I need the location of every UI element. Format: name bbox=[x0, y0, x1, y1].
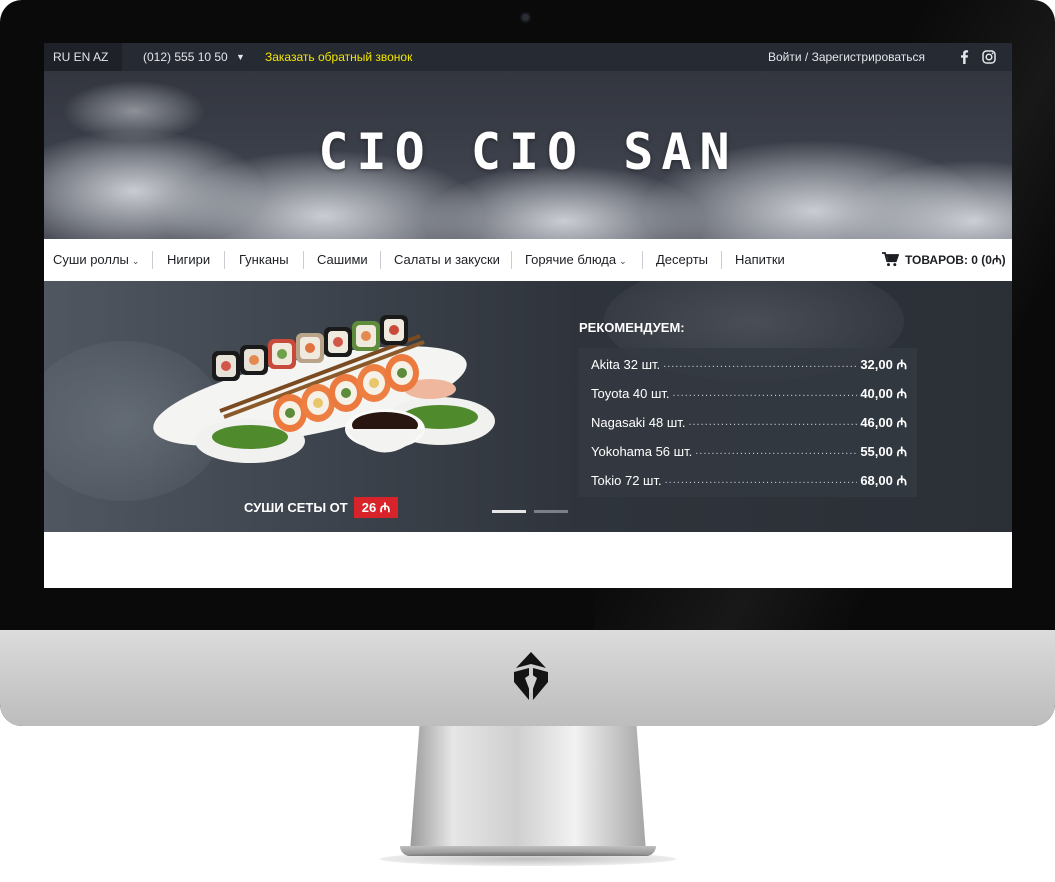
promo-price-badge: 26 ₼ bbox=[353, 497, 399, 518]
nav-item-hot-dishes[interactable]: Горячие блюда ⌄ bbox=[525, 239, 627, 281]
dot-leader: ........................................… bbox=[688, 416, 858, 428]
nav-item-gunkan[interactable]: Гунканы bbox=[239, 239, 289, 281]
list-item[interactable]: Yokohama 56 шт. ........................… bbox=[591, 437, 907, 466]
item-price: 46,00 ₼ bbox=[860, 415, 907, 430]
item-name: Akita 32 шт. bbox=[591, 357, 661, 372]
nav-item-nigiri[interactable]: Нигири bbox=[167, 239, 210, 281]
item-price: 32,00 ₼ bbox=[860, 357, 907, 372]
facebook-icon[interactable] bbox=[958, 50, 970, 64]
nav-item-drinks[interactable]: Напитки bbox=[735, 239, 785, 281]
slider-dot-1[interactable] bbox=[492, 510, 526, 513]
monitor-stand bbox=[410, 726, 646, 852]
cart-summary[interactable]: ТОВАРОВ: 0 (0₼) bbox=[905, 239, 1006, 281]
phone-dropdown-caret-icon[interactable]: ▼ bbox=[236, 43, 245, 71]
slider-dot-2[interactable] bbox=[534, 510, 568, 513]
language-switcher[interactable]: RU EN AZ bbox=[44, 43, 122, 71]
nav-separator bbox=[721, 251, 722, 269]
chevron-down-icon: ⌄ bbox=[131, 256, 140, 266]
nav-separator bbox=[511, 251, 512, 269]
nav-item-label: Напитки bbox=[735, 252, 785, 267]
callback-link[interactable]: Заказать обратный звонок bbox=[265, 43, 412, 71]
nav-separator bbox=[224, 251, 225, 269]
list-item[interactable]: Akita 32 шт. ...........................… bbox=[591, 350, 907, 379]
content-area bbox=[44, 532, 1012, 588]
list-item[interactable]: Tokio 72 шт. ...........................… bbox=[591, 466, 907, 495]
recommend-list: Akita 32 шт. ...........................… bbox=[579, 348, 917, 497]
site-logo[interactable]: CIO CIO SAN bbox=[44, 123, 1012, 181]
nav-item-sushi-rolls[interactable]: Суши роллы ⌄ bbox=[53, 239, 139, 281]
instagram-icon[interactable] bbox=[982, 50, 996, 64]
dot-leader: ........................................… bbox=[664, 474, 858, 486]
nav-separator bbox=[380, 251, 381, 269]
login-register-link[interactable]: Войти / Зарегистрироваться bbox=[768, 43, 925, 71]
camera-icon bbox=[522, 14, 529, 21]
nav-item-salads[interactable]: Салаты и закуски bbox=[394, 239, 500, 281]
item-name: Tokio 72 шт. bbox=[591, 473, 662, 488]
promo-text: СУШИ СЕТЫ ОТ bbox=[244, 500, 348, 515]
nav-item-label: Нигири bbox=[167, 252, 211, 267]
recommend-title: РЕКОМЕНДУЕМ: bbox=[579, 320, 685, 335]
dot-leader: ........................................… bbox=[663, 358, 858, 370]
soy-sauce-bowl bbox=[345, 409, 425, 453]
top-bar: RU EN AZ (012) 555 10 50 ▼ Заказать обра… bbox=[44, 43, 1012, 71]
brand-logo-icon bbox=[514, 652, 548, 700]
nav-item-label: Гунканы bbox=[239, 252, 289, 267]
item-price: 55,00 ₼ bbox=[860, 444, 907, 459]
website-screen: RU EN AZ (012) 555 10 50 ▼ Заказать обра… bbox=[44, 43, 1012, 588]
nav-item-label: Десерты bbox=[656, 252, 709, 267]
phone-number[interactable]: (012) 555 10 50 bbox=[143, 43, 228, 71]
dot-leader: ........................................… bbox=[672, 387, 858, 399]
chevron-down-icon: ⌄ bbox=[619, 256, 627, 266]
list-item[interactable]: Nagasaki 48 шт. ........................… bbox=[591, 408, 907, 437]
item-price: 40,00 ₼ bbox=[860, 386, 907, 401]
item-price: 68,00 ₼ bbox=[860, 473, 907, 488]
stand-shadow bbox=[380, 852, 676, 866]
nav-item-label: Суши роллы bbox=[53, 252, 129, 267]
main-navigation: Суши роллы ⌄ Нигири Гунканы Сашими Салаты… bbox=[44, 239, 1012, 281]
nav-item-sashimi[interactable]: Сашими bbox=[317, 239, 368, 281]
nav-separator bbox=[152, 251, 153, 269]
nav-item-label: Горячие блюда bbox=[525, 252, 617, 267]
promo-banner[interactable]: СУШИ СЕТЫ ОТ 26 ₼ bbox=[244, 497, 399, 518]
nav-separator bbox=[303, 251, 304, 269]
item-name: Yokohama 56 шт. bbox=[591, 444, 693, 459]
sushi-set-image bbox=[153, 315, 495, 463]
nav-item-desserts[interactable]: Десерты bbox=[656, 239, 708, 281]
promo-slider: СУШИ СЕТЫ ОТ 26 ₼ РЕКОМЕНДУЕМ: Akita 32 ш… bbox=[44, 281, 1012, 532]
nav-item-label: Салаты и закуски bbox=[394, 252, 500, 267]
dot-leader: ........................................… bbox=[695, 445, 858, 457]
item-name: Nagasaki 48 шт. bbox=[591, 415, 686, 430]
item-name: Toyota 40 шт. bbox=[591, 386, 670, 401]
cart-icon[interactable] bbox=[882, 252, 899, 267]
nav-separator bbox=[642, 251, 643, 269]
hero-banner: CIO CIO SAN bbox=[44, 71, 1012, 239]
nav-item-label: Сашими bbox=[317, 252, 368, 267]
list-item[interactable]: Toyota 40 шт. ..........................… bbox=[591, 379, 907, 408]
